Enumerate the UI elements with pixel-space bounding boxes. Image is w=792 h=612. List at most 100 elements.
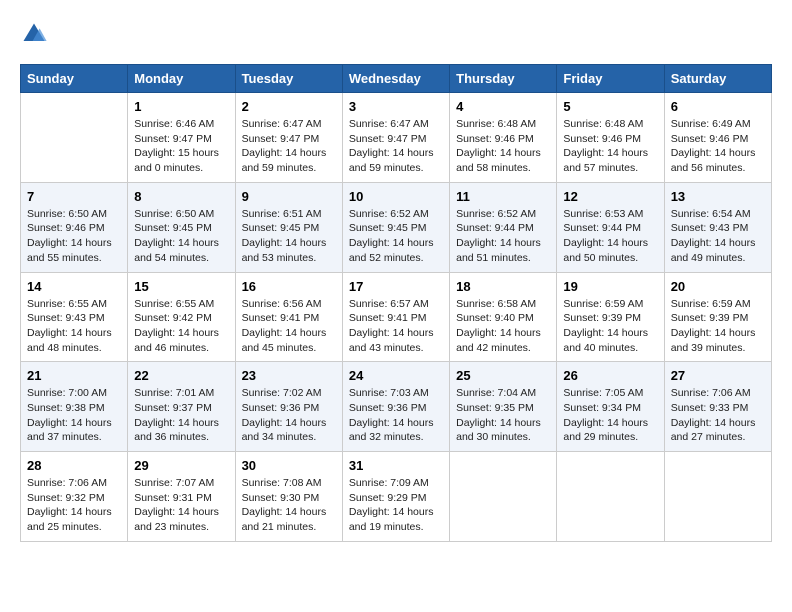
day-number: 29 <box>134 458 228 473</box>
day-info: Sunrise: 6:56 AMSunset: 9:41 PMDaylight:… <box>242 297 336 356</box>
day-cell: 6 Sunrise: 6:49 AMSunset: 9:46 PMDaylight… <box>664 93 771 183</box>
day-info: Sunrise: 6:55 AMSunset: 9:43 PMDaylight:… <box>27 297 121 356</box>
day-number: 15 <box>134 279 228 294</box>
day-info: Sunrise: 6:59 AMSunset: 9:39 PMDaylight:… <box>671 297 765 356</box>
day-number: 20 <box>671 279 765 294</box>
day-cell: 30Sunrise: 7:08 AMSunset: 9:30 PMDayligh… <box>235 452 342 542</box>
day-cell: 11 Sunrise: 6:52 AMSunset: 9:44 PMDayligh… <box>450 182 557 272</box>
day-info: Sunrise: 7:01 AMSunset: 9:37 PMDaylight:… <box>134 386 228 445</box>
day-cell: 24 Sunrise: 7:03 AMSunset: 9:36 PMDayligh… <box>342 362 449 452</box>
header-cell-sunday: Sunday <box>21 65 128 93</box>
day-info: Sunrise: 6:48 AMSunset: 9:46 PMDaylight:… <box>456 117 550 176</box>
day-cell: 10 Sunrise: 6:52 AMSunset: 9:45 PMDayligh… <box>342 182 449 272</box>
day-cell: 3 Sunrise: 6:47 AMSunset: 9:47 PMDaylight… <box>342 93 449 183</box>
day-number: 30 <box>242 458 336 473</box>
day-cell <box>21 93 128 183</box>
day-info: Sunrise: 7:06 AMSunset: 9:32 PMDaylight:… <box>27 476 121 535</box>
week-row-2: 7 Sunrise: 6:50 AMSunset: 9:46 PMDaylight… <box>21 182 772 272</box>
day-cell: 25 Sunrise: 7:04 AMSunset: 9:35 PMDayligh… <box>450 362 557 452</box>
day-number: 6 <box>671 99 765 114</box>
day-info: Sunrise: 6:50 AMSunset: 9:45 PMDaylight:… <box>134 207 228 266</box>
day-number: 23 <box>242 368 336 383</box>
day-number: 18 <box>456 279 550 294</box>
day-cell: 21 Sunrise: 7:00 AMSunset: 9:38 PMDayligh… <box>21 362 128 452</box>
day-info: Sunrise: 6:55 AMSunset: 9:42 PMDaylight:… <box>134 297 228 356</box>
day-info: Sunrise: 6:49 AMSunset: 9:46 PMDaylight:… <box>671 117 765 176</box>
day-number: 14 <box>27 279 121 294</box>
day-cell: 13 Sunrise: 6:54 AMSunset: 9:43 PMDayligh… <box>664 182 771 272</box>
day-number: 16 <box>242 279 336 294</box>
day-number: 2 <box>242 99 336 114</box>
header-cell-monday: Monday <box>128 65 235 93</box>
day-info: Sunrise: 7:09 AMSunset: 9:29 PMDaylight:… <box>349 476 443 535</box>
day-info: Sunrise: 7:06 AMSunset: 9:33 PMDaylight:… <box>671 386 765 445</box>
day-cell: 26Sunrise: 7:05 AMSunset: 9:34 PMDayligh… <box>557 362 664 452</box>
day-cell: 17Sunrise: 6:57 AMSunset: 9:41 PMDayligh… <box>342 272 449 362</box>
page-header <box>20 20 772 48</box>
day-cell: 31 Sunrise: 7:09 AMSunset: 9:29 PMDayligh… <box>342 452 449 542</box>
day-info: Sunrise: 6:53 AMSunset: 9:44 PMDaylight:… <box>563 207 657 266</box>
header-cell-friday: Friday <box>557 65 664 93</box>
day-info: Sunrise: 7:02 AMSunset: 9:36 PMDaylight:… <box>242 386 336 445</box>
day-number: 10 <box>349 189 443 204</box>
day-cell: 14 Sunrise: 6:55 AMSunset: 9:43 PMDayligh… <box>21 272 128 362</box>
day-number: 21 <box>27 368 121 383</box>
day-cell <box>557 452 664 542</box>
calendar-table: SundayMondayTuesdayWednesdayThursdayFrid… <box>20 64 772 542</box>
day-cell: 29 Sunrise: 7:07 AMSunset: 9:31 PMDayligh… <box>128 452 235 542</box>
day-cell: 16 Sunrise: 6:56 AMSunset: 9:41 PMDayligh… <box>235 272 342 362</box>
week-row-3: 14 Sunrise: 6:55 AMSunset: 9:43 PMDayligh… <box>21 272 772 362</box>
day-cell: 15 Sunrise: 6:55 AMSunset: 9:42 PMDayligh… <box>128 272 235 362</box>
day-number: 28 <box>27 458 121 473</box>
day-info: Sunrise: 6:51 AMSunset: 9:45 PMDaylight:… <box>242 207 336 266</box>
day-cell: 18 Sunrise: 6:58 AMSunset: 9:40 PMDayligh… <box>450 272 557 362</box>
header-row: SundayMondayTuesdayWednesdayThursdayFrid… <box>21 65 772 93</box>
day-cell: 5Sunrise: 6:48 AMSunset: 9:46 PMDaylight… <box>557 93 664 183</box>
day-info: Sunrise: 7:05 AMSunset: 9:34 PMDaylight:… <box>563 386 657 445</box>
day-info: Sunrise: 6:50 AMSunset: 9:46 PMDaylight:… <box>27 207 121 266</box>
header-cell-thursday: Thursday <box>450 65 557 93</box>
day-number: 13 <box>671 189 765 204</box>
day-cell: 23 Sunrise: 7:02 AMSunset: 9:36 PMDayligh… <box>235 362 342 452</box>
day-info: Sunrise: 6:47 AMSunset: 9:47 PMDaylight:… <box>242 117 336 176</box>
day-cell: 28 Sunrise: 7:06 AMSunset: 9:32 PMDayligh… <box>21 452 128 542</box>
day-number: 8 <box>134 189 228 204</box>
day-cell: 20 Sunrise: 6:59 AMSunset: 9:39 PMDayligh… <box>664 272 771 362</box>
day-number: 31 <box>349 458 443 473</box>
day-cell: 19 Sunrise: 6:59 AMSunset: 9:39 PMDayligh… <box>557 272 664 362</box>
day-number: 12 <box>563 189 657 204</box>
day-info: Sunrise: 7:03 AMSunset: 9:36 PMDaylight:… <box>349 386 443 445</box>
header-cell-wednesday: Wednesday <box>342 65 449 93</box>
day-info: Sunrise: 6:54 AMSunset: 9:43 PMDaylight:… <box>671 207 765 266</box>
day-number: 11 <box>456 189 550 204</box>
day-info: Sunrise: 6:58 AMSunset: 9:40 PMDaylight:… <box>456 297 550 356</box>
day-number: 3 <box>349 99 443 114</box>
day-info: Sunrise: 6:59 AMSunset: 9:39 PMDaylight:… <box>563 297 657 356</box>
day-number: 1 <box>134 99 228 114</box>
day-cell: 22Sunrise: 7:01 AMSunset: 9:37 PMDayligh… <box>128 362 235 452</box>
day-info: Sunrise: 7:04 AMSunset: 9:35 PMDaylight:… <box>456 386 550 445</box>
day-info: Sunrise: 7:07 AMSunset: 9:31 PMDaylight:… <box>134 476 228 535</box>
day-cell <box>450 452 557 542</box>
day-number: 5 <box>563 99 657 114</box>
day-info: Sunrise: 6:47 AMSunset: 9:47 PMDaylight:… <box>349 117 443 176</box>
day-info: Sunrise: 6:52 AMSunset: 9:45 PMDaylight:… <box>349 207 443 266</box>
day-cell: 8 Sunrise: 6:50 AMSunset: 9:45 PMDaylight… <box>128 182 235 272</box>
day-info: Sunrise: 6:52 AMSunset: 9:44 PMDaylight:… <box>456 207 550 266</box>
week-row-4: 21 Sunrise: 7:00 AMSunset: 9:38 PMDayligh… <box>21 362 772 452</box>
day-cell: 1Sunrise: 6:46 AMSunset: 9:47 PMDaylight… <box>128 93 235 183</box>
day-number: 27 <box>671 368 765 383</box>
day-number: 25 <box>456 368 550 383</box>
day-number: 9 <box>242 189 336 204</box>
day-cell: 9 Sunrise: 6:51 AMSunset: 9:45 PMDaylight… <box>235 182 342 272</box>
header-cell-tuesday: Tuesday <box>235 65 342 93</box>
day-number: 19 <box>563 279 657 294</box>
day-number: 24 <box>349 368 443 383</box>
day-info: Sunrise: 7:00 AMSunset: 9:38 PMDaylight:… <box>27 386 121 445</box>
day-cell: 4Sunrise: 6:48 AMSunset: 9:46 PMDaylight… <box>450 93 557 183</box>
day-cell: 27 Sunrise: 7:06 AMSunset: 9:33 PMDayligh… <box>664 362 771 452</box>
week-row-5: 28 Sunrise: 7:06 AMSunset: 9:32 PMDayligh… <box>21 452 772 542</box>
day-number: 7 <box>27 189 121 204</box>
day-cell: 12 Sunrise: 6:53 AMSunset: 9:44 PMDayligh… <box>557 182 664 272</box>
header-cell-saturday: Saturday <box>664 65 771 93</box>
